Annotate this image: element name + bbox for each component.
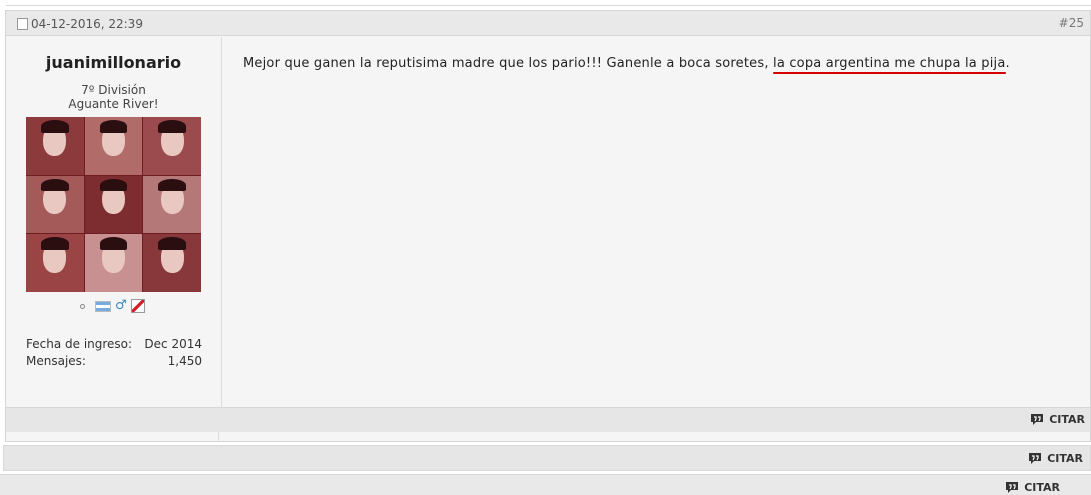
avatar-photo-tile (84, 175, 143, 234)
online-status-icon (80, 303, 85, 309)
post-header: 04-12-2016, 22:39 #25 (6, 11, 1090, 36)
post-count-value: 1,450 (167, 354, 202, 368)
argentina-flag-icon (95, 300, 111, 312)
quote-button-label: CITAR (1049, 413, 1085, 426)
forum-post: 04-12-2016, 22:39 #25 juanimillonario 7º… (5, 10, 1091, 432)
user-rank: 7º División (81, 83, 146, 97)
quote-icon (1006, 482, 1019, 493)
column-divider (218, 432, 219, 442)
post-date-text: 04-12-2016, 22:39 (31, 17, 143, 31)
post-count-label: Mensajes: (26, 354, 86, 368)
user-stats: Fecha de ingreso: Dec 2014 Mensajes: 1,4… (26, 336, 202, 370)
post-date: 04-12-2016, 22:39 (17, 17, 143, 31)
avatar-photo-tile (26, 234, 84, 292)
join-date-row: Fecha de ingreso: Dec 2014 (26, 336, 202, 353)
top-divider (6, 5, 1091, 6)
avatar-photo-tile (84, 234, 143, 292)
quote-icon (1031, 414, 1044, 425)
join-date-label: Fecha de ingreso: (26, 337, 133, 351)
post-message: Mejor que ganen la reputisima madre que … (243, 56, 1010, 71)
user-title: 7º División Aguante River! (6, 83, 221, 111)
message-text: Mejor que ganen la reputisima madre que … (243, 56, 774, 71)
quote-button-label: CITAR (1024, 481, 1060, 494)
avatar-photo-tile (143, 234, 201, 292)
user-info-panel: juanimillonario 7º División Aguante Rive… (6, 37, 222, 407)
quote-button[interactable]: CITAR (1030, 413, 1085, 426)
quote-button-2[interactable]: CITAR (1028, 452, 1083, 465)
avatar-photo-tile (143, 117, 201, 175)
join-date-value: Dec 2014 (144, 337, 202, 351)
quote-button-label: CITAR (1047, 452, 1083, 465)
avatar-photo-tile (143, 175, 201, 234)
quote-button-3[interactable]: CITAR (1005, 481, 1060, 494)
club-badge-icon (130, 299, 145, 313)
username-link[interactable]: juanimillonario (6, 53, 221, 72)
user-avatar[interactable] (26, 117, 201, 292)
user-icons: ♂ (80, 299, 145, 313)
post-select-checkbox[interactable] (17, 18, 28, 30)
message-text-end: . (1005, 56, 1010, 71)
avatar-photo-tile (84, 117, 143, 175)
avatar-photo-tile (26, 175, 84, 234)
quote-icon (1029, 453, 1042, 464)
third-post-footer: CITAR (0, 474, 1091, 495)
next-post-strip (5, 432, 1091, 442)
post-count-row: Mensajes: 1,450 (26, 353, 202, 370)
user-custom-title: Aguante River! (68, 97, 159, 111)
message-highlighted-text: la copa argentina me chupa la pija (773, 56, 1006, 71)
avatar-photo-tile (26, 117, 84, 175)
post-footer: CITAR (6, 407, 1090, 432)
next-post-footer: CITAR (3, 445, 1091, 471)
post-number-link[interactable]: #25 (1059, 16, 1084, 30)
male-gender-icon: ♂ (115, 298, 127, 313)
